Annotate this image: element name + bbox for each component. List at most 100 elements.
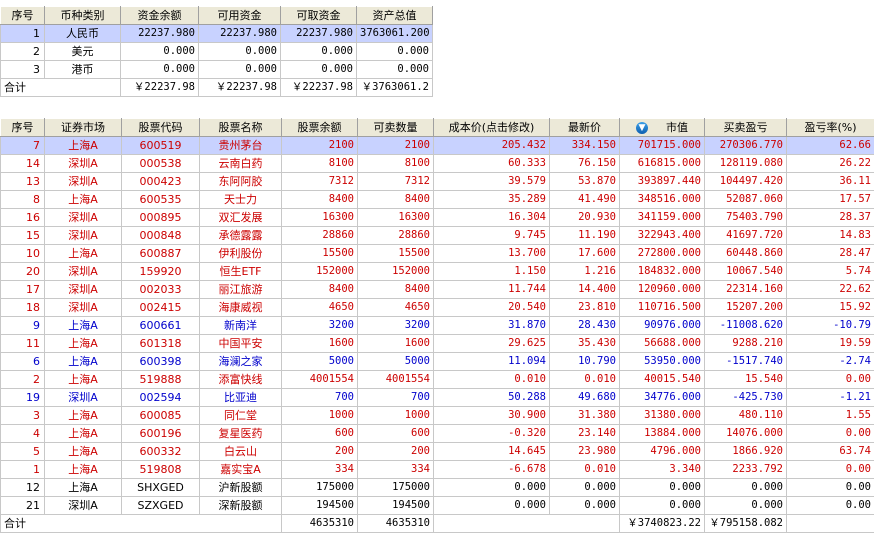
holding-row[interactable]: 3 上海A 600085 同仁堂 1000 1000 30.900 31.380 31380.0… [0, 406, 874, 425]
quantity-cell: 1600 [281, 334, 358, 353]
pnl-rate-cell: 0.00 [786, 496, 874, 515]
market-value-cell: 348516.000 [619, 190, 705, 209]
col-header-withdrawable[interactable]: 可取资金 [280, 6, 357, 25]
pnl-cell: -11008.620 [704, 316, 787, 335]
holding-row[interactable]: 12 上海A SHXGED 沪新股额 175000 175000 0.000 0.000 0.0… [0, 478, 874, 497]
cost-price-cell[interactable]: 20.540 [433, 298, 550, 317]
cost-price-cell[interactable]: 29.625 [433, 334, 550, 353]
cost-price-cell[interactable]: 39.579 [433, 172, 550, 191]
cost-price-cell[interactable]: -6.678 [433, 460, 550, 479]
latest-price-cell: 0.000 [549, 496, 620, 515]
stock-name-cell: 复星医药 [199, 424, 282, 443]
stock-code-cell: 601318 [121, 334, 200, 353]
col-header-index[interactable]: 序号 [0, 118, 45, 137]
holding-row[interactable]: 1 上海A 519808 嘉实宝A 334 334 -6.678 0.010 3.340 2233… [0, 460, 874, 479]
cost-price-cell[interactable]: 205.432 [433, 136, 550, 155]
holding-row[interactable]: 5 上海A 600332 白云山 200 200 14.645 23.980 4796.000 1… [0, 442, 874, 461]
cost-price-cell[interactable]: 11.094 [433, 352, 550, 371]
holding-row[interactable]: 14 深圳A 000538 云南白药 8100 8100 60.333 76.150 61681… [0, 154, 874, 173]
holding-row[interactable]: 17 深圳A 002033 丽江旅游 8400 8400 11.744 14.400 12096… [0, 280, 874, 299]
stock-code-cell: 000423 [121, 172, 200, 191]
sellable-cell: 4001554 [357, 370, 434, 389]
summary-row[interactable]: 3 港币 0.000 0.000 0.000 0.000 [0, 60, 433, 79]
quantity-cell: 8400 [281, 280, 358, 299]
holdings-table: 序号 证券市场 股票代码 股票名称 股票余额 可卖数量 成本价(点击修改) 最新… [0, 118, 874, 533]
withdrawable-cell: 0.000 [280, 60, 357, 79]
col-header-pnl-rate[interactable]: 盈亏率(%) [786, 118, 874, 137]
latest-price-cell: 14.400 [549, 280, 620, 299]
cost-price-cell[interactable]: 60.333 [433, 154, 550, 173]
holding-row[interactable]: 15 深圳A 000848 承德露露 28860 28860 9.745 11.190 3229… [0, 226, 874, 245]
cost-price-cell[interactable]: 35.289 [433, 190, 550, 209]
quantity-cell: 200 [281, 442, 358, 461]
col-header-quantity[interactable]: 股票余额 [281, 118, 358, 137]
holding-row[interactable]: 6 上海A 600398 海澜之家 5000 5000 11.094 10.790 53950.… [0, 352, 874, 371]
stock-name-cell: 海康威视 [199, 298, 282, 317]
cost-price-cell[interactable]: 13.700 [433, 244, 550, 263]
market-cell: 深圳A [44, 388, 122, 407]
holding-row[interactable]: 2 上海A 519888 添富快线 4001554 4001554 0.010 0.010 40… [0, 370, 874, 389]
col-header-index[interactable]: 序号 [0, 6, 45, 25]
cost-price-cell[interactable]: 0.000 [433, 478, 550, 497]
summary-row[interactable]: 2 美元 0.000 0.000 0.000 0.000 [0, 42, 433, 61]
market-value-cell: 13884.000 [619, 424, 705, 443]
holding-row[interactable]: 7 上海A 600519 贵州茅台 2100 2100 205.432 334.150 7017… [0, 136, 874, 155]
stock-name-cell: 丽江旅游 [199, 280, 282, 299]
quantity-cell: 152000 [281, 262, 358, 281]
col-header-cost-price[interactable]: 成本价(点击修改) [433, 118, 550, 137]
holding-row[interactable]: 21 深圳A SZXGED 深新股额 194500 194500 0.000 0.000 0.0… [0, 496, 874, 515]
cost-price-cell[interactable]: 11.744 [433, 280, 550, 299]
pnl-rate-cell: -10.79 [786, 316, 874, 335]
market-value-cell: 53950.000 [619, 352, 705, 371]
col-header-currency[interactable]: 币种类别 [44, 6, 121, 25]
stock-name-cell: 中国平安 [199, 334, 282, 353]
cost-price-cell[interactable]: 30.900 [433, 406, 550, 425]
col-header-market-value[interactable]: ▼ 市值 [619, 118, 705, 137]
col-header-total-assets[interactable]: 资产总值 [356, 6, 433, 25]
row-index: 17 [0, 280, 45, 299]
row-index: 9 [0, 316, 45, 335]
sort-descending-icon[interactable]: ▼ [636, 121, 648, 134]
cost-price-cell[interactable]: 16.304 [433, 208, 550, 227]
pnl-cell: 60448.860 [704, 244, 787, 263]
holding-row[interactable]: 9 上海A 600661 新南洋 3200 3200 31.870 28.430 90976.0… [0, 316, 874, 335]
market-cell: 上海A [44, 406, 122, 425]
holding-row[interactable]: 8 上海A 600535 天士力 8400 8400 35.289 41.490 348516.… [0, 190, 874, 209]
holding-row[interactable]: 4 上海A 600196 复星医药 600 600 -0.320 23.140 13884.00… [0, 424, 874, 443]
cost-price-cell[interactable]: 50.288 [433, 388, 550, 407]
cost-price-cell[interactable]: 0.010 [433, 370, 550, 389]
cost-price-cell[interactable]: 0.000 [433, 496, 550, 515]
holding-row[interactable]: 11 上海A 601318 中国平安 1600 1600 29.625 35.430 56688… [0, 334, 874, 353]
market-value-cell: 272800.000 [619, 244, 705, 263]
col-header-market[interactable]: 证券市场 [44, 118, 122, 137]
cost-price-cell[interactable]: -0.320 [433, 424, 550, 443]
sellable-cell: 8400 [357, 190, 434, 209]
latest-price-cell: 11.190 [549, 226, 620, 245]
holding-row[interactable]: 13 深圳A 000423 东阿阿胶 7312 7312 39.579 53.870 39389… [0, 172, 874, 191]
holding-row[interactable]: 18 深圳A 002415 海康威视 4650 4650 20.540 23.810 11071… [0, 298, 874, 317]
cost-price-cell[interactable]: 14.645 [433, 442, 550, 461]
col-header-available[interactable]: 可用资金 [198, 6, 281, 25]
holding-row[interactable]: 19 深圳A 002594 比亚迪 700 700 50.288 49.680 34776.00… [0, 388, 874, 407]
total-quantity: 4635310 [281, 514, 358, 533]
stock-name-cell: 天士力 [199, 190, 282, 209]
col-header-balance[interactable]: 资金余额 [120, 6, 199, 25]
latest-price-cell: 41.490 [549, 190, 620, 209]
holding-row[interactable]: 10 上海A 600887 伊利股份 15500 15500 13.700 17.600 272… [0, 244, 874, 263]
row-index: 16 [0, 208, 45, 227]
cost-price-cell[interactable]: 31.870 [433, 316, 550, 335]
col-header-stock-code[interactable]: 股票代码 [121, 118, 200, 137]
cost-price-cell[interactable]: 1.150 [433, 262, 550, 281]
table-gap [0, 99, 874, 118]
holding-row[interactable]: 16 深圳A 000895 双汇发展 16300 16300 16.304 20.930 341… [0, 208, 874, 227]
market-value-cell: 341159.000 [619, 208, 705, 227]
col-header-latest-price[interactable]: 最新价 [549, 118, 620, 137]
stock-name-cell: 承德露露 [199, 226, 282, 245]
col-header-stock-name[interactable]: 股票名称 [199, 118, 282, 137]
col-header-sellable[interactable]: 可卖数量 [357, 118, 434, 137]
total-available: ￥22237.98 [198, 78, 281, 97]
holding-row[interactable]: 20 深圳A 159920 恒生ETF 152000 152000 1.150 1.216 18… [0, 262, 874, 281]
col-header-pnl[interactable]: 买卖盈亏 [704, 118, 787, 137]
summary-row[interactable]: 1 人民币 22237.980 22237.980 22237.980 3763061.2… [0, 24, 433, 43]
cost-price-cell[interactable]: 9.745 [433, 226, 550, 245]
